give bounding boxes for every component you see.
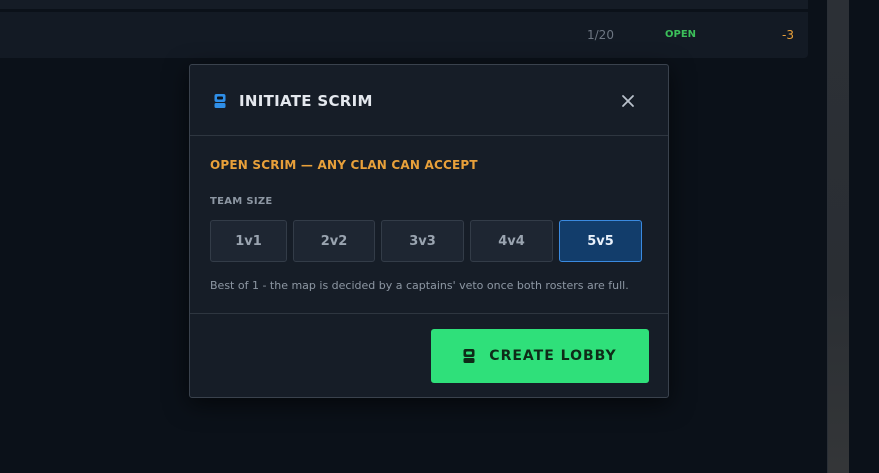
team-size-3v3-button[interactable]: 3v3 [381,220,464,262]
footer-divider [190,313,668,314]
modal-title: INITIATE SCRIM [239,92,373,110]
headset-icon [463,349,475,363]
team-size-5v5-button[interactable]: 5v5 [559,220,642,262]
background-row-top [0,0,808,9]
team-size-1v1-button[interactable]: 1v1 [210,220,287,262]
team-size-2v2-button[interactable]: 2v2 [293,220,375,262]
scrollbar[interactable] [827,0,849,473]
row-status-badge: OPEN [665,29,697,40]
match-format-hint: Best of 1 - the map is decided by a capt… [210,279,629,292]
team-size-label: TEAM SIZE [210,196,273,207]
close-icon[interactable] [620,93,636,109]
team-size-4v4-button[interactable]: 4v4 [470,220,553,262]
headset-icon [214,94,226,108]
scrim-type-label: OPEN SCRIM — ANY CLAN CAN ACCEPT [210,158,478,172]
modal-header: INITIATE SCRIM [190,65,668,136]
initiate-scrim-modal: INITIATE SCRIM OPEN SCRIM — ANY CLAN CAN… [189,64,669,398]
row-player-count: 1/20 [587,28,614,42]
row-delta: -3 [782,28,794,42]
create-lobby-label: CREATE LOBBY [489,348,617,364]
scrollbar-thumb[interactable] [828,0,849,473]
scrim-list-row[interactable]: 1/20 OPEN -3 [0,12,808,58]
create-lobby-button[interactable]: CREATE LOBBY [431,329,649,383]
